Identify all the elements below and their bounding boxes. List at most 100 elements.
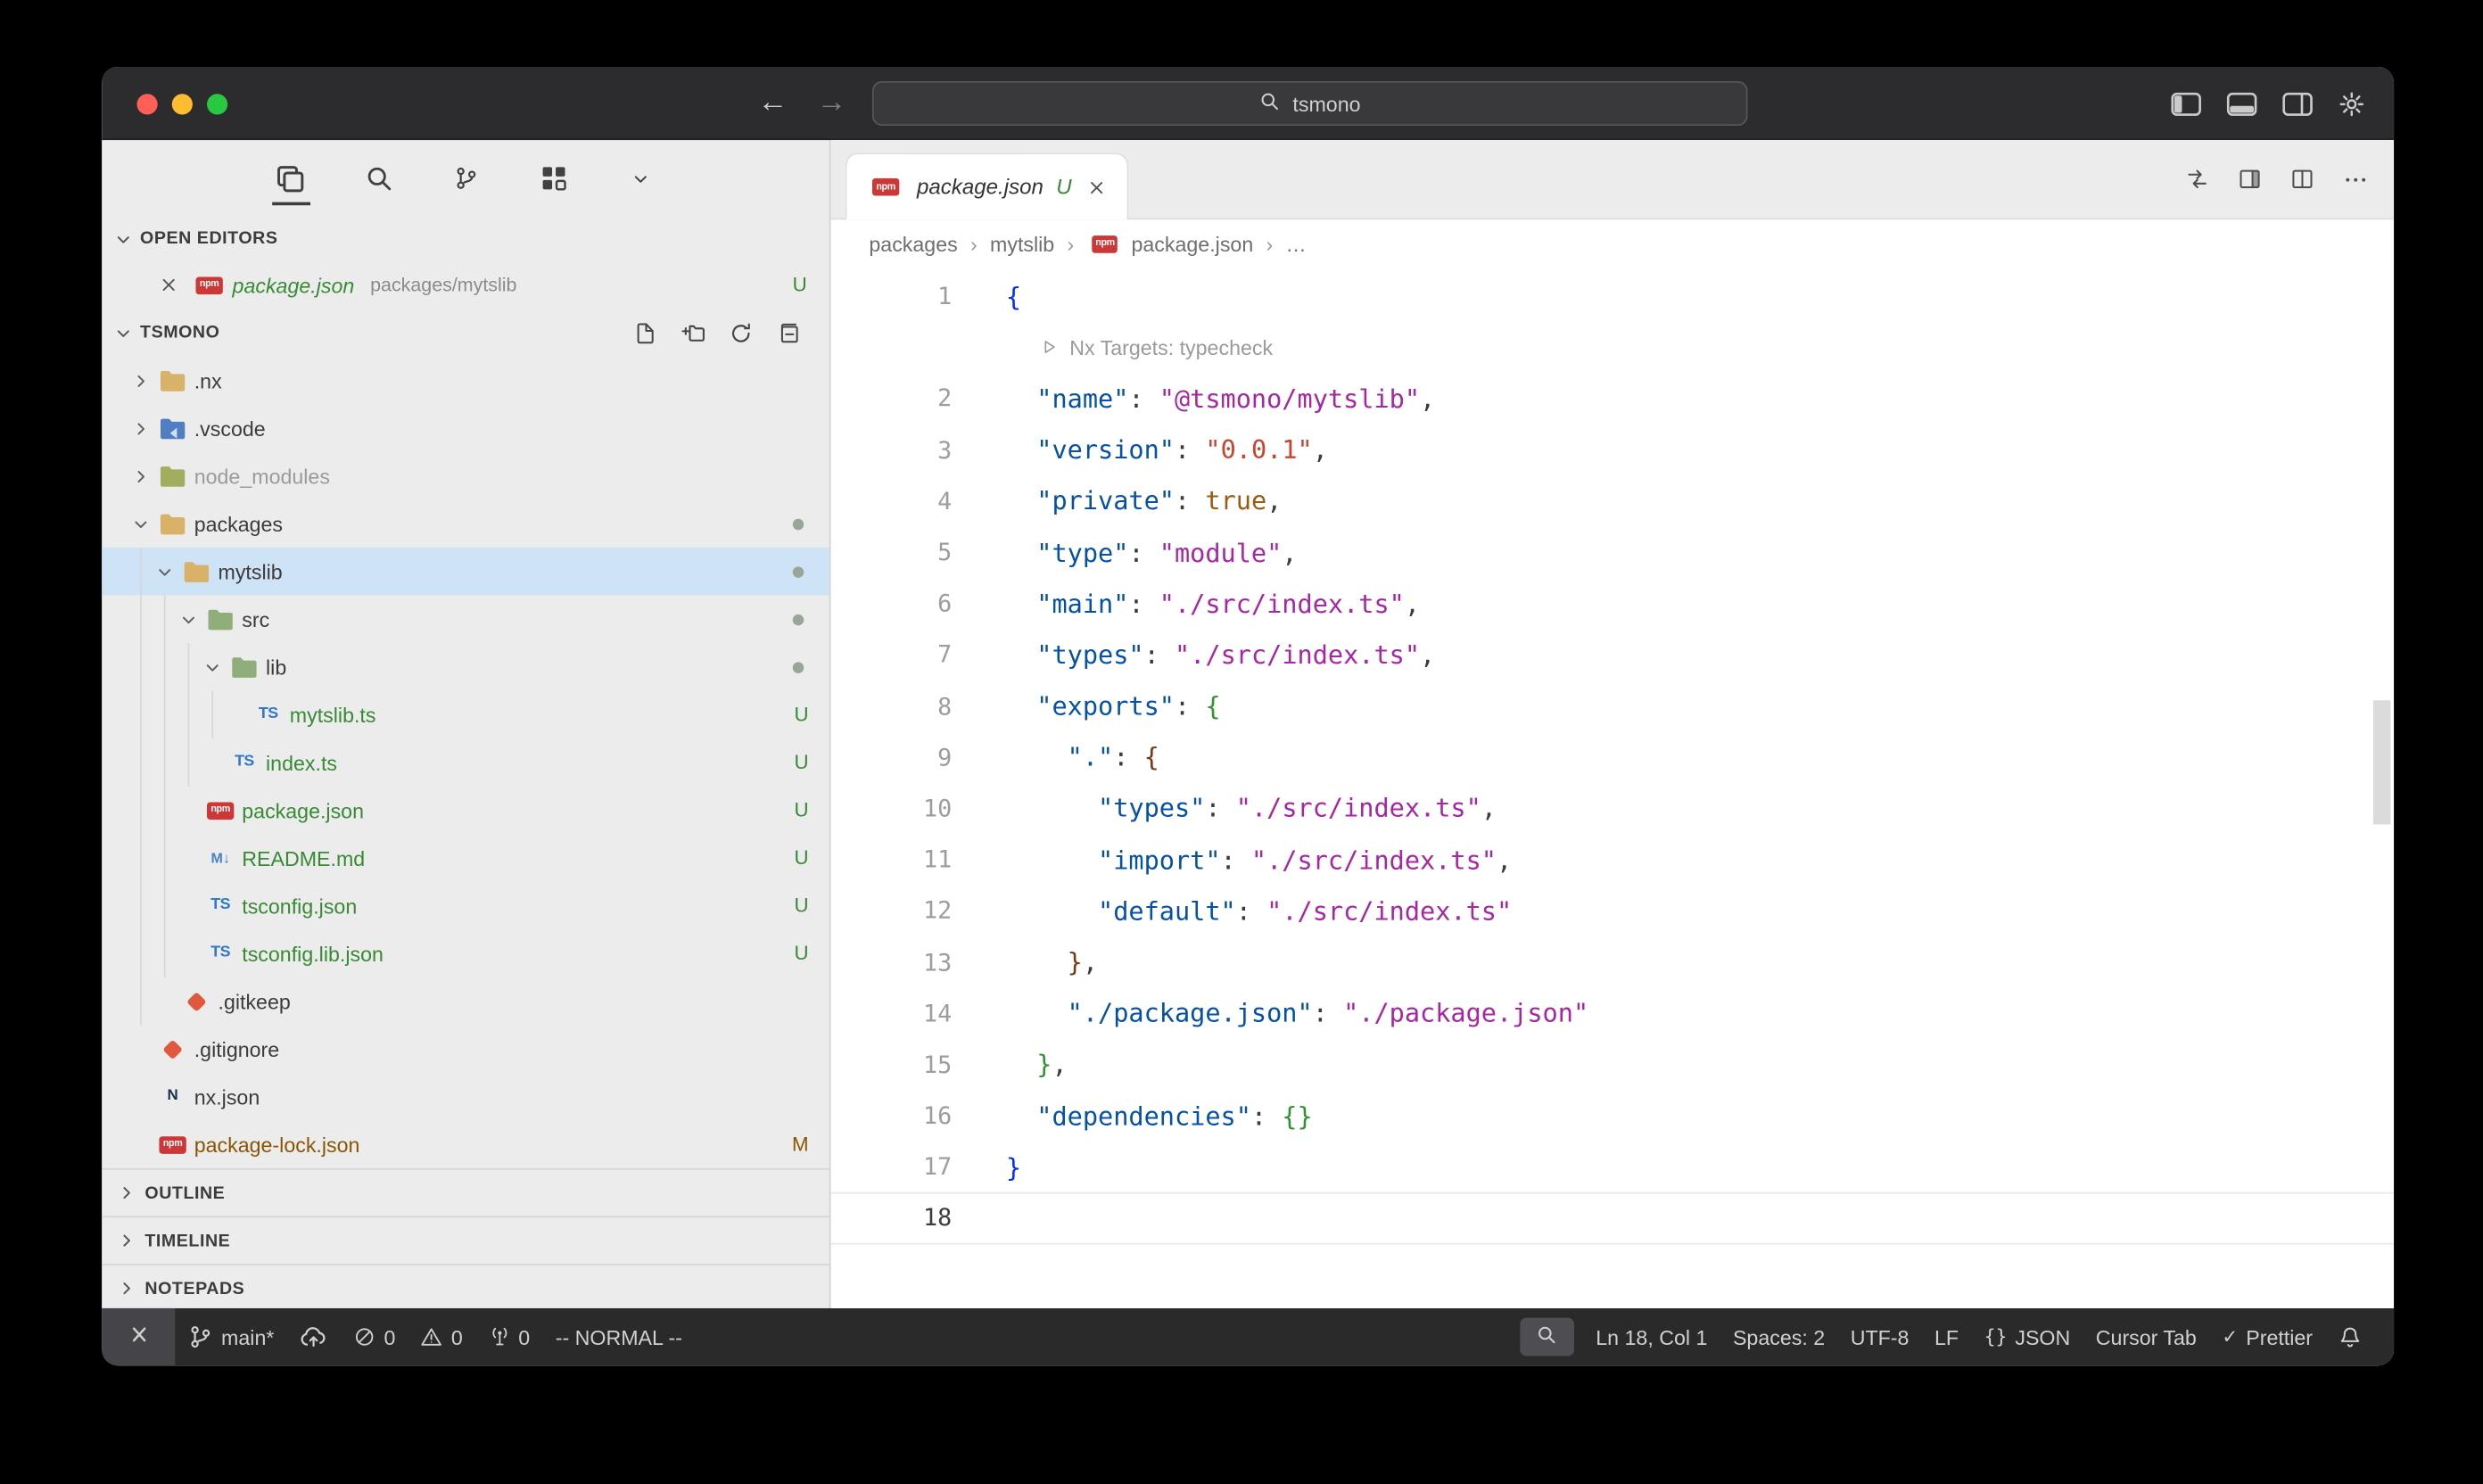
- explorer-section-header[interactable]: TSMONO: [102, 309, 829, 357]
- code-line-17[interactable]: 17}: [831, 1142, 2394, 1192]
- activity-extensions[interactable]: [531, 152, 575, 206]
- code-line-6[interactable]: 6 "main": "./src/index.ts",: [831, 578, 2394, 629]
- status-bar: main*000-- NORMAL -- Ln 18, Col 1Spaces:…: [102, 1308, 2394, 1365]
- tab-package-json[interactable]: npm package.json U: [846, 153, 1129, 219]
- tree-item-nx.json[interactable]: Nnx.json: [102, 1073, 829, 1121]
- status-formatter[interactable]: ✓Prettier: [2209, 1308, 2325, 1365]
- code-line-2[interactable]: 2 "name": "@tsmono/mytslib",: [831, 373, 2394, 424]
- breadcrumb-item-package.json[interactable]: npmpackage.json: [1087, 232, 1254, 256]
- tree-item-lib[interactable]: lib: [102, 643, 829, 691]
- outline-section-header[interactable]: OUTLINE: [102, 1168, 829, 1216]
- open-side-button[interactable]: [2238, 167, 2262, 191]
- code-line-16[interactable]: 16 "dependencies": {}: [831, 1090, 2394, 1141]
- status-sync[interactable]: [287, 1308, 342, 1365]
- tree-item-.vscode[interactable]: .vscode: [102, 404, 829, 452]
- code-line-14[interactable]: 14 "./package.json": "./package.json": [831, 988, 2394, 1039]
- status-ports[interactable]: 0: [475, 1308, 542, 1365]
- refresh-explorer-button[interactable]: [729, 321, 753, 345]
- open-changes-button[interactable]: [2185, 167, 2209, 191]
- open-editor-item[interactable]: npm package.json packages/mytslib U: [102, 261, 829, 309]
- code-line-8[interactable]: 8 "exports": {: [831, 680, 2394, 731]
- status-language-mode[interactable]: {}JSON: [1971, 1308, 2083, 1365]
- close-tab-button[interactable]: [1087, 177, 1106, 196]
- line-number: 5: [831, 538, 953, 566]
- activity-more[interactable]: [618, 152, 663, 206]
- code-lens-action[interactable]: Nx Targets: typecheck: [1039, 335, 1273, 359]
- code-line-13[interactable]: 13 },: [831, 936, 2394, 987]
- status-errors[interactable]: 0: [341, 1308, 408, 1365]
- vertical-scrollbar[interactable]: [2373, 700, 2391, 824]
- tree-item-node_modules[interactable]: node_modules: [102, 452, 829, 500]
- tree-item-index.ts[interactable]: TSindex.tsU: [102, 738, 829, 787]
- line-number: 7: [831, 640, 953, 669]
- code-line-10[interactable]: 10 "types": "./src/index.ts",: [831, 783, 2394, 834]
- status-git-branch[interactable]: main*: [175, 1308, 286, 1365]
- activity-source-control[interactable]: [443, 152, 488, 206]
- forward-button[interactable]: →: [817, 86, 847, 120]
- status-eol[interactable]: LF: [1922, 1308, 1972, 1365]
- tree-item-packages[interactable]: packages: [102, 499, 829, 548]
- status-cursor-position[interactable]: Ln 18, Col 1: [1583, 1308, 1720, 1365]
- code-line-4[interactable]: 4 "private": true,: [831, 475, 2394, 526]
- tree-item-tsconfig.json[interactable]: TStsconfig.jsonU: [102, 882, 829, 930]
- notepads-section-header[interactable]: NOTEPADS: [102, 1264, 829, 1312]
- tree-item-mytslib[interactable]: mytslib: [102, 548, 829, 596]
- traffic-light-zoom[interactable]: [207, 93, 227, 113]
- tree-item-.nx[interactable]: .nx: [102, 357, 829, 405]
- split-editor-button[interactable]: [2290, 167, 2314, 191]
- npm-icon: npm: [191, 276, 227, 294]
- chevron-right-icon: [128, 372, 154, 390]
- code-line-18[interactable]: 18: [831, 1192, 2394, 1243]
- code-text: "name": "@tsmono/mytslib",: [952, 383, 1435, 414]
- settings-gear-button[interactable]: [2339, 90, 2365, 117]
- toggle-secondary-sidebar-button[interactable]: [2282, 92, 2313, 116]
- status-zoom[interactable]: [1520, 1318, 1574, 1356]
- tree-item-package.json[interactable]: npmpackage.jsonU: [102, 787, 829, 835]
- tree-item-tsconfig.lib.json[interactable]: TStsconfig.lib.jsonU: [102, 929, 829, 977]
- tree-item-package-lock.json[interactable]: npmpackage-lock.jsonM: [102, 1120, 829, 1168]
- timeline-section-header[interactable]: TIMELINE: [102, 1216, 829, 1264]
- traffic-light-close[interactable]: [136, 93, 157, 113]
- tree-item-.gitignore[interactable]: .gitignore: [102, 1025, 829, 1073]
- status-cursor-tab[interactable]: Cursor Tab: [2083, 1308, 2210, 1365]
- code-line-15[interactable]: 15 },: [831, 1039, 2394, 1090]
- activity-search[interactable]: [356, 152, 400, 206]
- status-remote-indicator[interactable]: [102, 1308, 175, 1365]
- code-line-11[interactable]: 11 "import": "./src/index.ts",: [831, 834, 2394, 885]
- code-area[interactable]: 1{ Nx Targets: typecheck 2 "name": "@tsmon…: [831, 268, 2394, 1308]
- code-line-12[interactable]: 12 "default": "./src/index.ts": [831, 886, 2394, 936]
- command-center-search[interactable]: tsmono: [872, 81, 1748, 126]
- tree-item-README.md[interactable]: M↓README.mdU: [102, 834, 829, 882]
- toggle-panel-button[interactable]: [2227, 92, 2257, 116]
- traffic-light-minimize[interactable]: [172, 93, 193, 113]
- code-line-3[interactable]: 3 "version": "0.0.1",: [831, 425, 2394, 475]
- back-button[interactable]: ←: [757, 86, 788, 120]
- breadcrumb-item-mytslib[interactable]: mytslib: [990, 232, 1054, 256]
- breadcrumb-item-…[interactable]: …: [1286, 232, 1307, 256]
- status-indentation[interactable]: Spaces: 2: [1720, 1308, 1838, 1365]
- new-folder-button[interactable]: [681, 321, 705, 345]
- more-actions-button[interactable]: [2343, 166, 2369, 192]
- status-encoding[interactable]: UTF-8: [1837, 1308, 1921, 1365]
- code-text: "private": true,: [952, 486, 1282, 516]
- toggle-primary-sidebar-button[interactable]: [2171, 92, 2201, 116]
- status-vim-mode[interactable]: -- NORMAL --: [542, 1308, 695, 1365]
- npm-icon: npm: [868, 178, 904, 196]
- collapse-folders-button[interactable]: [777, 321, 801, 345]
- status-warnings[interactable]: 0: [408, 1308, 475, 1365]
- code-line-9[interactable]: 9 ".": {: [831, 731, 2394, 782]
- line-number: 8: [831, 692, 953, 721]
- screen: ← → tsmono OPEN EDITORS: [0, 0, 2483, 1484]
- tree-item-src[interactable]: src: [102, 595, 829, 643]
- indent-guide: [188, 643, 190, 787]
- code-line-5[interactable]: 5 "type": "module",: [831, 527, 2394, 578]
- breadcrumb-item-packages[interactable]: packages: [869, 232, 957, 256]
- code-line-7[interactable]: 7 "types": "./src/index.ts",: [831, 629, 2394, 680]
- status-notifications[interactable]: [2325, 1308, 2374, 1365]
- activity-explorer[interactable]: [268, 152, 313, 206]
- tree-item-.gitkeep[interactable]: .gitkeep: [102, 977, 829, 1026]
- code-line-1[interactable]: 1{: [831, 270, 2394, 321]
- close-icon[interactable]: [159, 276, 177, 294]
- new-file-button[interactable]: [633, 321, 657, 345]
- open-editors-header[interactable]: OPEN EDITORS: [102, 217, 829, 261]
